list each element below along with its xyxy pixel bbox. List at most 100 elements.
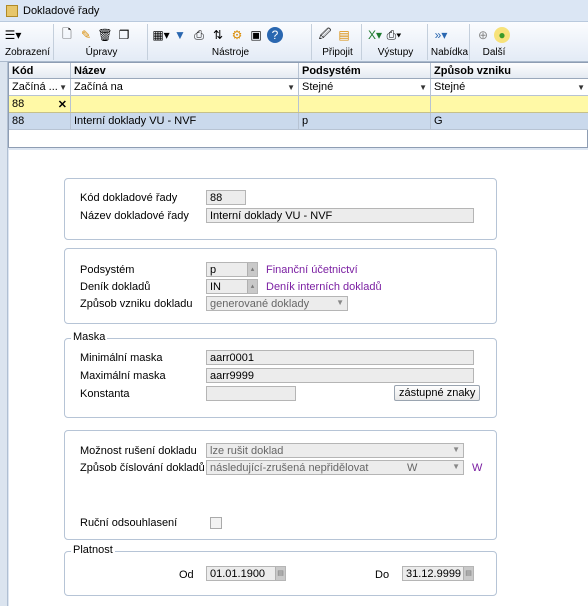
group-label: Výstupy (377, 47, 414, 58)
settings-icon[interactable]: ⚙ (229, 27, 245, 43)
group-pripojit: 🖉 ▤ Připojit (314, 24, 362, 60)
filter-zpusob[interactable]: Stejné ▼ (431, 79, 588, 95)
export-icon[interactable]: ⎙▾ (386, 27, 402, 43)
filter-podsystem[interactable]: Stejné ▼ (299, 79, 431, 95)
ruseni-label: Možnost rušení dokladu (80, 445, 197, 457)
filter-input-row: 88 ✕ (9, 96, 588, 113)
filter-input-nazev[interactable] (71, 96, 299, 112)
window-titlebar: Dokladové řady (0, 0, 588, 22)
new-document-icon[interactable]: 🗋 (59, 27, 75, 43)
calendar-icon[interactable]: ▤ (275, 567, 285, 580)
view-list-icon[interactable]: ☰▾ (5, 27, 22, 43)
filter-kod[interactable]: Začíná ... ▼ (9, 79, 71, 95)
edit-document-icon[interactable]: ✎ (78, 27, 94, 43)
calendar-icon[interactable]: ▣ (248, 27, 264, 43)
group-label: Další (482, 47, 506, 58)
cislovani-code-link[interactable]: W (472, 462, 482, 474)
note-icon[interactable]: ▤ (336, 27, 352, 43)
chevron-down-icon: ▼ (577, 82, 585, 92)
chevron-down-icon: ▼ (452, 445, 460, 454)
platnost-legend: Platnost (71, 544, 115, 556)
denik-link[interactable]: Deník interních dokladů (266, 281, 382, 293)
odsouhlaseni-checkbox[interactable] (210, 517, 222, 529)
podsystem-link[interactable]: Finanční účetnictví (266, 264, 358, 276)
chevron-down-icon: ▼ (419, 82, 427, 92)
kod-field[interactable]: 88 (206, 190, 246, 205)
podsystem-field[interactable]: p ▴ (206, 262, 258, 277)
panel-identification: Kód dokladové řady 88 Název dokladové řa… (64, 178, 497, 240)
group-label: Připojit (322, 47, 353, 58)
columns-icon[interactable]: ▦▾ (152, 27, 169, 43)
column-header-nazev[interactable]: Název (71, 63, 299, 78)
do-date-field[interactable]: 31.12.9999 ▤ (402, 566, 474, 581)
odsouhlaseni-label: Ruční odsouhlasení (80, 517, 178, 529)
menu-arrow-icon[interactable]: »▾ (433, 27, 449, 43)
min-mask-label: Minimální maska (80, 352, 163, 364)
delete-icon[interactable]: 🗑 (97, 27, 113, 43)
group-zobrazeni: ☰▾ Zobrazení (2, 24, 54, 60)
chevron-down-icon: ▼ (336, 298, 344, 307)
ruseni-select[interactable]: lze rušit doklad ▼ (206, 443, 464, 458)
group-nabidka: »▾ Nabídka (430, 24, 470, 60)
group-upravy: 🗋 ✎ 🗑 ❐ Úpravy (56, 24, 148, 60)
nazev-field[interactable]: Interní doklady VU - NVF (206, 208, 474, 223)
filter-input-kod[interactable]: 88 ✕ (9, 96, 71, 112)
group-label: Zobrazení (4, 47, 51, 58)
copy-icon[interactable]: ❐ (116, 27, 132, 43)
group-label: Úpravy (85, 47, 118, 58)
spin-icon[interactable]: ▴ (247, 280, 257, 293)
filter-icon[interactable]: ▼ (172, 27, 188, 43)
do-label: Do (375, 569, 390, 581)
od-label: Od (179, 569, 194, 581)
filter-input-zpusob[interactable] (431, 96, 588, 112)
help-icon[interactable]: ? (267, 27, 283, 43)
filter-input-podsystem[interactable] (299, 96, 431, 112)
maska-legend: Maska (71, 331, 108, 343)
konstanta-label: Konstanta (80, 388, 130, 400)
panel-maska: Maska Minimální maska aarr0001 Maximální… (64, 331, 497, 418)
cell-nazev: Interní doklady VU - NVF (71, 113, 299, 129)
group-label: Nástroje (211, 47, 250, 58)
chevron-down-icon: ▼ (59, 82, 67, 92)
panel-podsystem: Podsystém p ▴ Finanční účetnictví Deník d… (64, 248, 497, 324)
group-nastroje: ▦▾ ▼ ⎙ ⇅ ⚙ ▣ ? Nástroje (150, 24, 312, 60)
excel-icon[interactable]: X▾ (367, 27, 383, 43)
calendar-icon[interactable]: ▤ (463, 567, 473, 580)
filter-nazev[interactable]: Začíná na ▼ (71, 79, 299, 95)
cislovani-label: Způsob číslování dokladů (80, 462, 205, 474)
denik-label: Deník dokladů (80, 281, 151, 293)
kod-label: Kód dokladové řady (80, 192, 178, 204)
column-header-podsystem[interactable]: Podsystém (299, 63, 431, 78)
cislovani-select[interactable]: následující-zrušená nepřidělovat W ▼ (206, 460, 464, 475)
filter-row: Začíná ... ▼ Začíná na ▼ Stejné ▼ Stejné ▼ (9, 79, 588, 96)
group-label: Nabídka (430, 47, 469, 58)
clear-icon[interactable]: ✕ (58, 98, 67, 111)
table-row[interactable]: 88 Interní doklady VU - NVF p G (9, 113, 588, 130)
print-icon[interactable]: ⎙ (191, 27, 207, 43)
sort-icon[interactable]: ⇅ (210, 27, 226, 43)
records-grid: Kód Název Podsystém Způsob vzniku Začíná… (8, 62, 588, 148)
window-title: Dokladové řady (23, 4, 100, 17)
group-dalsi: ⊕ ● Další (472, 24, 516, 60)
group-vystupy: X▾ ⎙▾ Výstupy (364, 24, 428, 60)
ribbon-toolbar: ☰▾ Zobrazení 🗋 ✎ 🗑 ❐ Úpravy ▦▾ ▼ ⎙ ⇅ ⚙ ▣… (0, 22, 588, 62)
od-date-field[interactable]: 01.01.1900 ▤ (206, 566, 286, 581)
cell-kod: 88 (9, 113, 71, 129)
zpusob-select[interactable]: generované doklady ▼ (206, 296, 348, 311)
column-header-zpusob[interactable]: Způsob vzniku (431, 63, 588, 78)
column-header-kod[interactable]: Kód (9, 63, 71, 78)
min-mask-field[interactable]: aarr0001 (206, 350, 474, 365)
panel-platnost: Platnost Od 01.01.1900 ▤ Do 31.12.9999 ▤ (64, 544, 497, 596)
spin-icon[interactable]: ▴ (247, 263, 257, 276)
left-strip (0, 62, 8, 606)
globe-icon[interactable]: ● (494, 27, 510, 43)
grid-header: Kód Název Podsystém Způsob vzniku (9, 63, 588, 79)
crosshair-icon[interactable]: ⊕ (475, 27, 491, 43)
zastupne-znaky-button[interactable]: zástupné znaky (394, 385, 481, 401)
max-mask-field[interactable]: aarr9999 (206, 368, 474, 383)
konstanta-field[interactable] (206, 386, 296, 401)
attach-icon[interactable]: 🖉 (317, 27, 333, 43)
denik-field[interactable]: IN ▴ (206, 279, 258, 294)
cell-podsystem: p (299, 113, 431, 129)
podsystem-label: Podsystém (80, 264, 135, 276)
